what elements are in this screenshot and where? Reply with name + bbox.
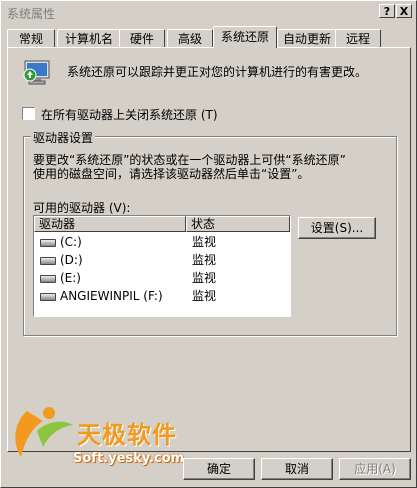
tab-system-restore[interactable]: 系统还原	[213, 26, 277, 48]
drive-settings-title: 驱动器设置	[31, 129, 96, 146]
settings-button[interactable]: 设置(S)...	[298, 217, 376, 239]
drive-icon	[40, 293, 56, 301]
drive-row[interactable]: (D:) 监视	[36, 252, 286, 268]
drive-status: 监视	[192, 289, 217, 303]
title-bar: 系统属性 ? X	[3, 3, 414, 21]
drives-list[interactable]: 驱动器 状态 (C:) 监视 (D:) 监视 (E:) 监视 ANGIEWINP…	[33, 215, 291, 317]
column-header-drive[interactable]: 驱动器	[34, 216, 186, 232]
tab-computer-name[interactable]: 计算机名	[57, 29, 121, 47]
watermark-brand: 天极软件	[77, 421, 177, 449]
tab-advanced[interactable]: 高级	[167, 29, 213, 47]
drive-icon	[40, 239, 56, 247]
apply-button[interactable]: 应用(A)	[339, 458, 411, 480]
tab-hardware[interactable]: 硬件	[119, 29, 165, 47]
tab-general[interactable]: 常规	[7, 29, 55, 47]
tab-remote[interactable]: 远程	[335, 29, 381, 47]
close-button[interactable]: X	[396, 4, 412, 18]
drive-status: 监视	[192, 253, 217, 267]
drive-settings-desc-line2: 使用的磁盘空间，请选择该驱动器然后单击“设置”。	[33, 167, 310, 181]
intro-text: 系统还原可以跟踪并更正对您的计算机进行的有害更改。	[67, 65, 368, 79]
drive-icon	[40, 275, 56, 283]
drive-status: 监视	[192, 235, 217, 249]
drive-name: ANGIEWINPIL (F:)	[60, 289, 163, 303]
cancel-button[interactable]: 取消	[261, 458, 333, 480]
window-title: 系统属性	[7, 7, 56, 21]
system-properties-window: 系统属性 ? X 常规 计算机名 硬件 高级 系统还原 自动更新 远程 系统还原…	[0, 0, 417, 488]
drive-name: (D:)	[60, 253, 83, 267]
available-drives-label: 可用的驱动器 (V):	[33, 201, 131, 215]
yesky-watermark: 天极软件 Soft.yesky.com	[7, 401, 197, 471]
disable-restore-label[interactable]: 在所有驱动器上关闭系统还原 (T)	[41, 106, 218, 123]
help-button[interactable]: ?	[379, 4, 395, 18]
system-restore-icon	[21, 57, 55, 89]
disable-restore-checkbox[interactable]	[22, 107, 35, 120]
drive-icon	[40, 257, 56, 265]
ok-button[interactable]: 确定	[183, 458, 255, 480]
drive-row[interactable]: ANGIEWINPIL (F:) 监视	[36, 288, 286, 304]
drive-name: (C:)	[60, 235, 82, 249]
tab-automatic-updates[interactable]: 自动更新	[277, 29, 337, 47]
watermark-url: Soft.yesky.com	[73, 451, 185, 466]
drive-status: 监视	[192, 271, 217, 285]
column-header-status[interactable]: 状态	[186, 216, 290, 232]
drive-row[interactable]: (E:) 监视	[36, 270, 286, 286]
drive-name: (E:)	[60, 271, 81, 285]
drive-row[interactable]: (C:) 监视	[36, 234, 286, 250]
